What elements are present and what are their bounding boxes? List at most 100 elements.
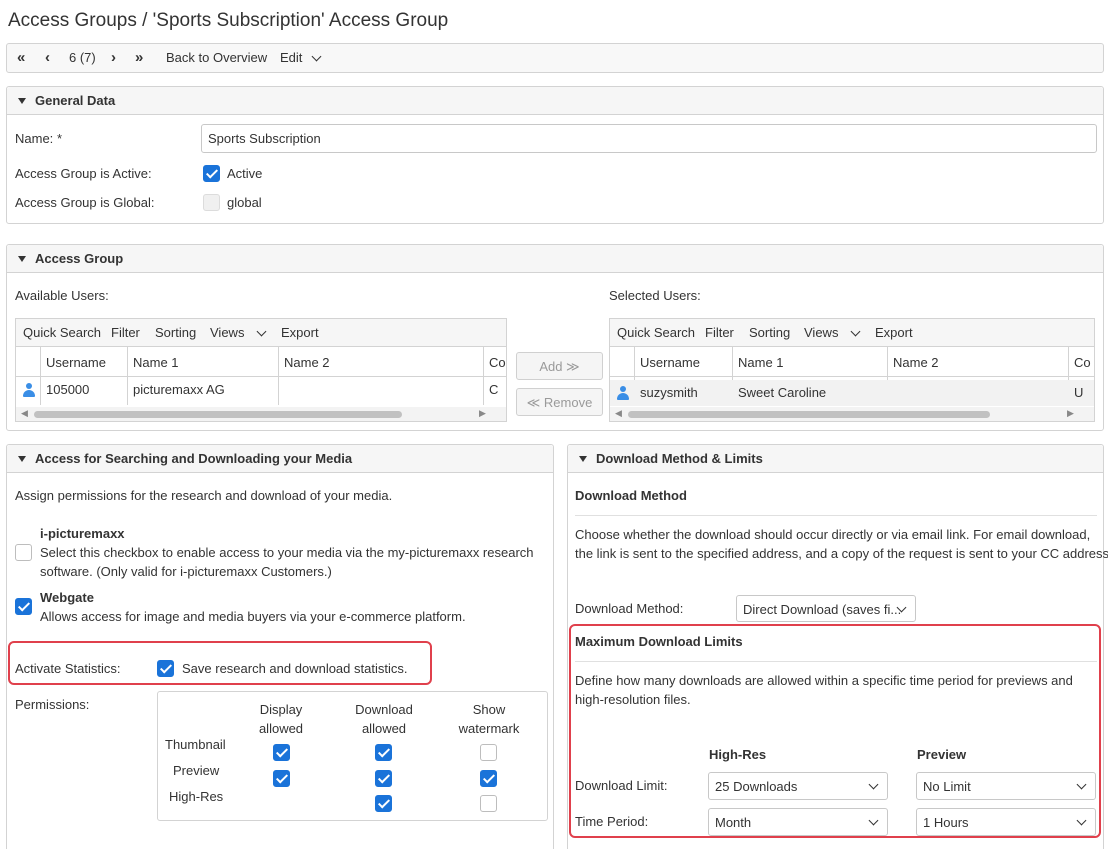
search-access-header[interactable]: Access for Searching and Downloading you…	[7, 445, 553, 473]
active-text: Active	[227, 166, 263, 181]
quick-search-button[interactable]: Quick Search	[617, 325, 695, 340]
row-extra: U	[1074, 385, 1084, 400]
method-select[interactable]: Direct Download (saves fi...	[736, 595, 916, 622]
perm-preview-watermark[interactable]	[480, 770, 497, 787]
access-group-title: Access Group	[35, 251, 124, 266]
record-position: 6 (7)	[69, 50, 96, 65]
column-country[interactable]: Co	[1074, 355, 1091, 370]
permissions-matrix: Display allowed Download allowed Show water…	[157, 691, 548, 821]
edit-menu[interactable]: Edit	[280, 50, 302, 65]
download-method-title: Download Method & Limits	[596, 451, 763, 466]
chevron-down-icon[interactable]	[850, 326, 861, 337]
perm-col-watermark: Show watermark	[458, 702, 520, 736]
back-to-overview-link[interactable]: Back to Overview	[166, 50, 267, 65]
row-name1: picturemaxx AG	[133, 382, 225, 397]
chevron-down-icon[interactable]	[311, 51, 322, 62]
first-page-icon[interactable]: «	[17, 49, 25, 66]
prev-page-icon[interactable]: ‹	[45, 49, 50, 66]
grid-header: Username Name 1 Name 2 Co	[610, 347, 1094, 377]
perm-thumbnail-download[interactable]	[375, 744, 392, 761]
add-button[interactable]: Add ≫	[516, 352, 603, 380]
chevron-down-icon[interactable]	[256, 326, 267, 337]
perm-highres-download[interactable]	[375, 795, 392, 812]
perm-col-display: Display allowed	[258, 702, 304, 736]
perm-thumbnail-watermark[interactable]	[480, 744, 497, 761]
selected-users-label: Selected Users:	[609, 288, 701, 303]
export-button[interactable]: Export	[281, 325, 319, 340]
access-group-header[interactable]: Access Group	[7, 245, 1103, 273]
webgate-checkbox[interactable]	[15, 598, 32, 615]
method-desc-1: Choose whether the download should occur…	[575, 527, 1091, 542]
grid-header: Username Name 1 Name 2 Co	[16, 347, 506, 377]
global-checkbox[interactable]	[203, 194, 220, 211]
name-label: Name:	[15, 131, 54, 146]
row-username: suzysmith	[640, 385, 698, 400]
filter-button[interactable]: Filter	[705, 325, 734, 340]
method-desc-2: the link is sent to the specified addres…	[575, 546, 1108, 561]
filter-button[interactable]: Filter	[111, 325, 140, 340]
webgate-title: Webgate	[40, 590, 94, 605]
column-name1[interactable]: Name 1	[133, 355, 179, 370]
collapse-triangle-icon[interactable]	[18, 456, 26, 462]
general-data-title: General Data	[35, 93, 116, 108]
perm-preview-display[interactable]	[273, 770, 290, 787]
collapse-triangle-icon[interactable]	[18, 256, 26, 262]
column-name1[interactable]: Name 1	[738, 355, 784, 370]
user-icon	[22, 383, 36, 397]
selected-users-grid: Quick Search Filter Sorting Views Export…	[609, 318, 1095, 422]
perm-col-download: Download allowed	[355, 702, 413, 736]
row-extra: C	[489, 382, 499, 397]
column-name2[interactable]: Name 2	[284, 355, 330, 370]
table-row[interactable]: 105000 picturemaxx AG C	[16, 377, 506, 403]
perm-highres-watermark[interactable]	[480, 795, 497, 812]
column-username[interactable]: Username	[46, 355, 106, 370]
download-method-header[interactable]: Download Method & Limits	[568, 445, 1103, 473]
collapse-triangle-icon[interactable]	[579, 456, 587, 462]
active-label: Access Group is Active:	[15, 166, 152, 181]
next-page-icon[interactable]: ›	[111, 49, 116, 66]
perm-thumbnail-display[interactable]	[273, 744, 290, 761]
column-country[interactable]: Co	[489, 355, 506, 370]
sorting-button[interactable]: Sorting	[155, 325, 196, 340]
ipm-checkbox[interactable]	[15, 544, 32, 561]
horizontal-scrollbar[interactable]: ◀ ▶	[610, 407, 1094, 421]
active-checkbox[interactable]	[203, 165, 220, 182]
page-title: Access Groups / 'Sports Subscription' Ac…	[8, 10, 449, 31]
ipm-desc-2: software. (Only valid for i-picturemaxx …	[40, 564, 332, 579]
available-users-grid: Quick Search Filter Sorting Views Export…	[15, 318, 507, 422]
quick-search-button[interactable]: Quick Search	[23, 325, 101, 340]
ipm-desc-1: Select this checkbox to enable access to…	[40, 545, 534, 560]
permissions-label: Permissions:	[15, 697, 90, 712]
general-data-panel: General Data Name: * Sports Subscription…	[6, 86, 1104, 224]
global-label: Access Group is Global:	[15, 195, 155, 210]
views-button[interactable]: Views	[210, 325, 244, 340]
limits-highlight	[569, 624, 1101, 838]
export-button[interactable]: Export	[875, 325, 913, 340]
table-row[interactable]: suzysmith Sweet Caroline U	[610, 380, 1094, 406]
perm-row-preview: Preview	[173, 763, 220, 778]
grid-toolbar: Quick Search Filter Sorting Views Export	[610, 319, 1094, 347]
column-name2[interactable]: Name 2	[893, 355, 939, 370]
column-username[interactable]: Username	[640, 355, 700, 370]
search-access-title: Access for Searching and Downloading you…	[35, 451, 353, 466]
row-name1: Sweet Caroline	[738, 385, 827, 400]
row-username: 105000	[46, 382, 90, 397]
user-icon	[616, 386, 630, 400]
global-text: global	[227, 195, 262, 210]
horizontal-scrollbar[interactable]: ◀ ▶	[16, 407, 506, 421]
record-navigation-bar: « ‹ 6 (7) › » Back to Overview Edit	[6, 43, 1104, 73]
perm-row-thumbnail: Thumbnail	[165, 737, 226, 752]
method-value: Direct Download (saves fi...	[743, 602, 902, 617]
perm-row-highres: High-Res	[169, 789, 224, 804]
general-data-header[interactable]: General Data	[7, 87, 1103, 115]
sorting-button[interactable]: Sorting	[749, 325, 790, 340]
ipm-title: i-picturemaxx	[40, 526, 125, 541]
name-input[interactable]: Sports Subscription	[201, 124, 1097, 153]
last-page-icon[interactable]: »	[135, 49, 143, 66]
method-heading: Download Method	[575, 488, 687, 503]
perm-preview-download[interactable]	[375, 770, 392, 787]
remove-button[interactable]: ≪ Remove	[516, 388, 603, 416]
available-users-label: Available Users:	[15, 288, 109, 303]
collapse-triangle-icon[interactable]	[18, 98, 26, 104]
views-button[interactable]: Views	[804, 325, 838, 340]
